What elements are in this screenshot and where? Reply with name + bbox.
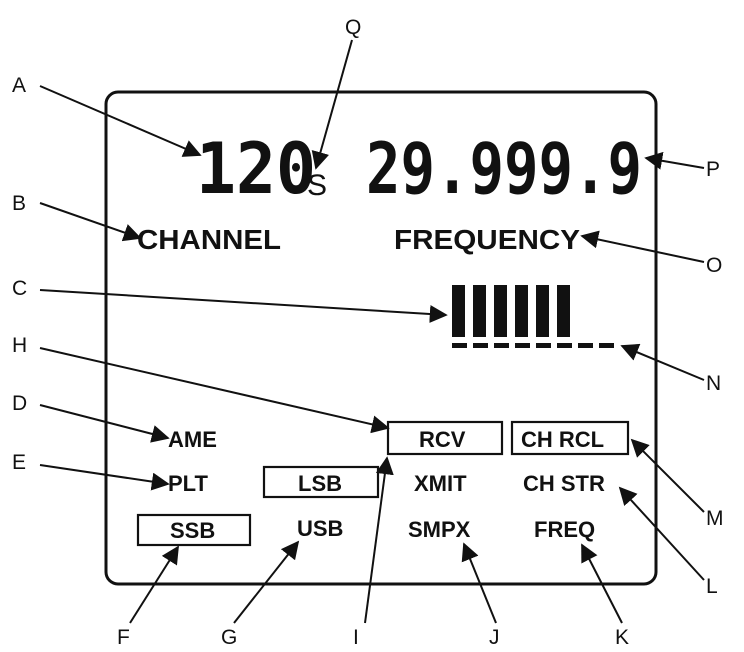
- mode-xmit: XMIT: [414, 471, 467, 496]
- frequency-digits: 29.999.9: [366, 128, 642, 210]
- arrow-c: [39, 289, 448, 323]
- mode-lsb: LSB: [298, 471, 342, 496]
- signal-baseline-dash: [599, 343, 614, 348]
- channel-digits: 120: [196, 128, 316, 210]
- signal-bar: [494, 285, 507, 337]
- callout-c: C: [12, 277, 27, 300]
- callout-a: A: [12, 74, 26, 97]
- signal-bar: [515, 285, 528, 337]
- callout-e: E: [12, 451, 26, 474]
- callout-p: P: [706, 158, 720, 181]
- signal-baseline-dash: [536, 343, 551, 348]
- arrow-b: [39, 202, 142, 242]
- callout-g: G: [221, 626, 237, 649]
- callout-n: N: [706, 372, 721, 395]
- signal-baseline-dash: [515, 343, 530, 348]
- callout-f: F: [117, 626, 130, 649]
- callout-i: I: [353, 626, 359, 649]
- arrow-d: [39, 404, 170, 443]
- signal-baseline-dash: [473, 343, 488, 348]
- mode-smpx: SMPX: [408, 517, 471, 542]
- signal-baseline-dash: [452, 343, 467, 348]
- arrow-o: [580, 230, 705, 263]
- callout-d: D: [12, 392, 27, 415]
- frequency-label: FREQUENCY: [394, 224, 580, 255]
- arrow-h: [39, 347, 390, 434]
- signal-baseline-dash: [578, 343, 593, 348]
- arrow-l: [618, 486, 705, 581]
- callout-k: K: [615, 626, 629, 649]
- callout-b: B: [12, 192, 26, 215]
- mode-rcv: RCV: [419, 427, 466, 452]
- mode-ch-rcl: CH RCL: [521, 427, 604, 452]
- callout-l: L: [706, 575, 718, 598]
- signal-bar: [557, 285, 570, 337]
- signal-strength-meter: [452, 285, 614, 348]
- mode-ame: AME: [168, 427, 217, 452]
- signal-bar: [536, 285, 549, 337]
- callout-h: H: [12, 334, 27, 357]
- channel-label: CHANNEL: [137, 224, 281, 255]
- signal-bar: [473, 285, 486, 337]
- scan-indicator: S: [307, 169, 327, 202]
- callout-q: Q: [345, 16, 361, 39]
- mode-usb: USB: [297, 516, 343, 541]
- mode-ssb: SSB: [170, 518, 215, 543]
- lcd-display-diagram: 120 S 29.999.9 CHANNEL FREQUENCY AME PLT…: [12, 16, 724, 649]
- arrow-i: [364, 456, 394, 624]
- mode-freq: FREQ: [534, 517, 595, 542]
- arrow-m: [630, 438, 705, 513]
- arrow-n: [620, 343, 705, 381]
- signal-baseline-dash: [557, 343, 572, 348]
- signal-bar: [452, 285, 465, 337]
- arrow-e: [39, 464, 170, 491]
- arrow-a: [39, 85, 202, 157]
- arrow-q: [311, 39, 353, 170]
- callout-o: O: [706, 254, 722, 277]
- mode-ch-str: CH STR: [523, 471, 605, 496]
- callout-j: J: [489, 626, 500, 649]
- mode-plt: PLT: [168, 471, 208, 496]
- signal-baseline-dash: [494, 343, 509, 348]
- callout-m: M: [706, 507, 724, 530]
